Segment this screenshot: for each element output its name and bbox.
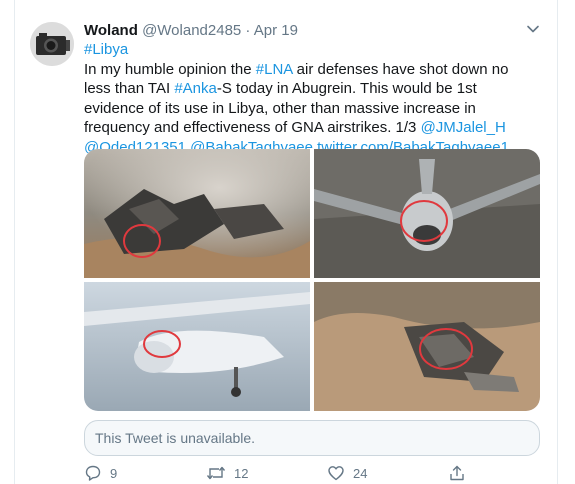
header-separator: · <box>245 22 251 39</box>
tweet-actions: 9 12 24 <box>84 462 540 484</box>
hashtag-lna[interactable]: #LNA <box>256 61 293 78</box>
photo-wreck-ground[interactable] <box>314 282 540 411</box>
reply-button[interactable]: 9 <box>84 462 117 484</box>
photo-wreck-smoke[interactable] <box>84 149 310 278</box>
heart-icon <box>328 466 344 481</box>
text-part: In my humble opinion the <box>84 60 256 78</box>
reply-count: 9 <box>110 465 118 481</box>
like-count: 24 <box>353 465 368 481</box>
avatar[interactable] <box>30 22 74 66</box>
like-button[interactable]: 24 <box>327 462 367 484</box>
author-handle[interactable]: @Woland2485 <box>142 22 241 39</box>
tweet-header: Woland @Woland2485 · Apr 19 <box>84 22 298 40</box>
camera-icon <box>30 22 74 66</box>
quoted-tweet-unavailable[interactable]: This Tweet is unavailable. <box>84 420 540 456</box>
unavailable-text: This Tweet is unavailable. <box>95 430 256 446</box>
author-name[interactable]: Woland <box>84 22 138 39</box>
reply-icon <box>85 465 101 481</box>
tweet-date[interactable]: Apr 19 <box>254 22 298 39</box>
chevron-down-icon[interactable] <box>526 22 540 36</box>
retweet-button[interactable]: 12 <box>206 462 248 484</box>
photo-drone-front[interactable] <box>314 149 540 278</box>
share-icon <box>450 465 464 481</box>
mention-jmjalel[interactable]: @JMJalel_H <box>421 119 506 136</box>
retweet-count: 12 <box>234 465 249 481</box>
retweet-icon <box>206 466 226 480</box>
photo-drone-side[interactable] <box>84 282 310 411</box>
tweet-text: #Libya In my humble opinion the #LNA air… <box>84 40 534 157</box>
hashtag-anka[interactable]: #Anka <box>174 80 217 97</box>
share-button[interactable] <box>448 462 466 484</box>
hashtag-libya[interactable]: #Libya <box>84 41 128 58</box>
photo-grid <box>84 149 540 411</box>
